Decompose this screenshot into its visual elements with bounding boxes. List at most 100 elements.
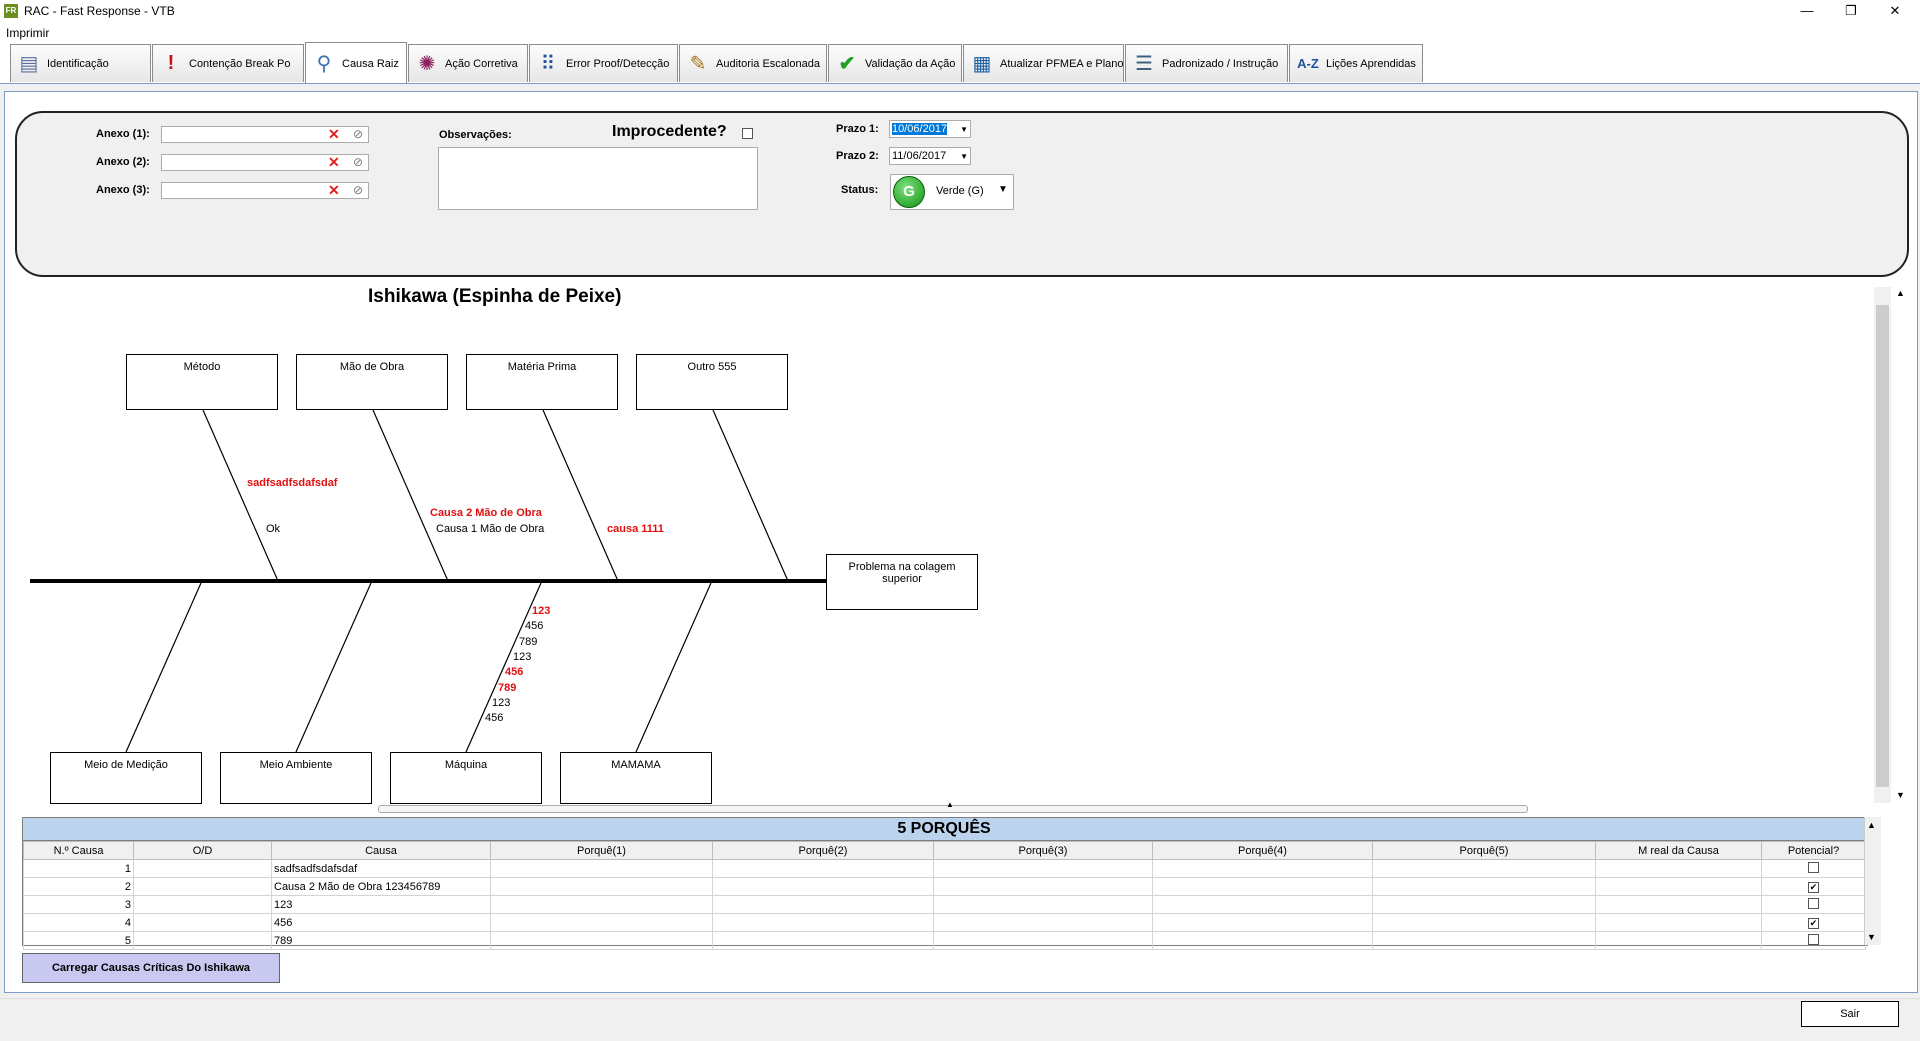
cell-od[interactable]	[133, 931, 272, 950]
cell-causa[interactable]: 789	[271, 931, 491, 950]
cause[interactable]: 123	[513, 651, 531, 663]
col-header[interactable]: Porquê(5)	[1372, 841, 1596, 860]
cell-porque5[interactable]	[1372, 859, 1596, 878]
scroll-down-icon[interactable]: ▼	[1867, 932, 1876, 942]
cause-critical[interactable]: 789	[498, 682, 516, 694]
cell-od[interactable]	[133, 877, 272, 896]
cell-m-real[interactable]	[1595, 931, 1762, 950]
cell-porque4[interactable]	[1152, 913, 1373, 932]
cause-critical[interactable]: 123	[532, 605, 550, 617]
cell-causa[interactable]: sadfsadfsdafsdaf	[271, 859, 491, 878]
category-meio-medicao[interactable]: Meio de Medição	[50, 752, 202, 804]
cell-porque3[interactable]	[933, 895, 1153, 914]
category-materia-prima[interactable]: Matéria Prima	[466, 354, 618, 410]
col-header[interactable]: Porquê(2)	[712, 841, 934, 860]
table-row[interactable]: 1 sadfsadfsdafsdaf	[23, 859, 1866, 878]
cell-porque3[interactable]	[933, 931, 1153, 950]
load-critical-causes-button[interactable]: Carregar Causas Críticas Do Ishikawa	[22, 953, 280, 983]
cause-critical[interactable]: sadfsadfsdafsdaf	[247, 477, 337, 489]
table-row[interactable]: 4 456 ✔	[23, 913, 1866, 932]
cell-porque2[interactable]	[712, 913, 934, 932]
cause[interactable]: 123	[492, 697, 510, 709]
col-header[interactable]: Porquê(4)	[1152, 841, 1373, 860]
cell-od[interactable]	[133, 895, 272, 914]
cell-m-real[interactable]	[1595, 877, 1762, 896]
cell-porque1[interactable]	[490, 877, 713, 896]
grid-scrollbar[interactable]	[1864, 817, 1881, 945]
col-header[interactable]: O/D	[133, 841, 272, 860]
cause-critical[interactable]: 456	[505, 666, 523, 678]
cell-causa[interactable]: 123	[271, 895, 491, 914]
col-header[interactable]: Porquê(3)	[933, 841, 1153, 860]
porques-table: N.º Causa O/D Causa Porquê(1) Porquê(2) …	[23, 841, 1866, 950]
cell-n[interactable]: 4	[23, 913, 134, 932]
cell-porque3[interactable]	[933, 877, 1153, 896]
col-header[interactable]: N.º Causa	[23, 841, 134, 860]
effect-box[interactable]: Problema na colagem superior	[826, 554, 978, 610]
bottom-bar	[0, 998, 1920, 1041]
cell-od[interactable]	[133, 913, 272, 932]
cell-porque4[interactable]	[1152, 877, 1373, 896]
cell-porque2[interactable]	[712, 931, 934, 950]
cell-porque5[interactable]	[1372, 877, 1596, 896]
col-header[interactable]: Potencial?	[1761, 841, 1866, 860]
header-row: N.º Causa O/D Causa Porquê(1) Porquê(2) …	[23, 841, 1866, 860]
category-outro[interactable]: Outro 555	[636, 354, 788, 410]
cell-od[interactable]	[133, 859, 272, 878]
col-header[interactable]: Porquê(1)	[490, 841, 713, 860]
cell-porque4[interactable]	[1152, 895, 1373, 914]
scroll-down-icon[interactable]: ▼	[1896, 790, 1905, 800]
cell-n[interactable]: 1	[23, 859, 134, 878]
cell-porque1[interactable]	[490, 913, 713, 932]
chevron-up-icon[interactable]: ▲	[946, 800, 954, 809]
cell-porque5[interactable]	[1372, 913, 1596, 932]
cause[interactable]: 456	[485, 712, 503, 724]
cell-n[interactable]: 3	[23, 895, 134, 914]
porques-title: 5 PORQUÊS	[23, 818, 1865, 841]
cell-porque2[interactable]	[712, 877, 934, 896]
table-row[interactable]: 2 Causa 2 Mão de Obra 123456789 ✔	[23, 877, 1866, 896]
category-meio-ambiente[interactable]: Meio Ambiente	[220, 752, 372, 804]
category-mamama[interactable]: MAMAMA	[560, 752, 712, 804]
exit-button[interactable]: Sair	[1801, 1001, 1899, 1027]
cell-m-real[interactable]	[1595, 859, 1762, 878]
cell-n[interactable]: 2	[23, 877, 134, 896]
cell-porque2[interactable]	[712, 859, 934, 878]
potencial-checkbox[interactable]: ✔	[1808, 917, 1819, 929]
category-maquina[interactable]: Máquina	[390, 752, 542, 804]
cell-porque3[interactable]	[933, 913, 1153, 932]
table-row[interactable]: 5 789	[23, 931, 1866, 950]
col-header[interactable]: M real da Causa	[1595, 841, 1762, 860]
cell-porque4[interactable]	[1152, 859, 1373, 878]
potencial-checkbox[interactable]	[1808, 897, 1819, 909]
cause[interactable]: Ok	[266, 523, 280, 535]
cell-m-real[interactable]	[1595, 913, 1762, 932]
cell-porque1[interactable]	[490, 859, 713, 878]
scroll-up-icon[interactable]: ▲	[1896, 288, 1905, 298]
cell-m-real[interactable]	[1595, 895, 1762, 914]
cell-porque4[interactable]	[1152, 931, 1373, 950]
cell-causa[interactable]: 456	[271, 913, 491, 932]
category-metodo[interactable]: Método	[126, 354, 278, 410]
cell-porque5[interactable]	[1372, 931, 1596, 950]
cell-porque2[interactable]	[712, 895, 934, 914]
cell-porque5[interactable]	[1372, 895, 1596, 914]
potencial-checkbox[interactable]	[1808, 933, 1819, 945]
scroll-up-icon[interactable]: ▲	[1867, 820, 1876, 830]
cause-critical[interactable]: Causa 2 Mão de Obra	[430, 507, 542, 519]
col-header[interactable]: Causa	[271, 841, 491, 860]
cell-causa[interactable]: Causa 2 Mão de Obra 123456789	[271, 877, 491, 896]
potencial-checkbox[interactable]: ✔	[1808, 881, 1819, 893]
cell-porque1[interactable]	[490, 895, 713, 914]
table-row[interactable]: 3 123	[23, 895, 1866, 914]
cause-critical[interactable]: causa 1111	[607, 523, 664, 535]
cause[interactable]: 456	[525, 620, 543, 632]
category-mao-de-obra[interactable]: Mão de Obra	[296, 354, 448, 410]
potencial-checkbox[interactable]	[1808, 861, 1819, 873]
cause[interactable]: Causa 1 Mão de Obra	[436, 523, 544, 535]
cause[interactable]: 789	[519, 636, 537, 648]
scrollbar-thumb[interactable]	[1876, 305, 1889, 787]
cell-n[interactable]: 5	[23, 931, 134, 950]
cell-porque3[interactable]	[933, 859, 1153, 878]
cell-porque1[interactable]	[490, 931, 713, 950]
